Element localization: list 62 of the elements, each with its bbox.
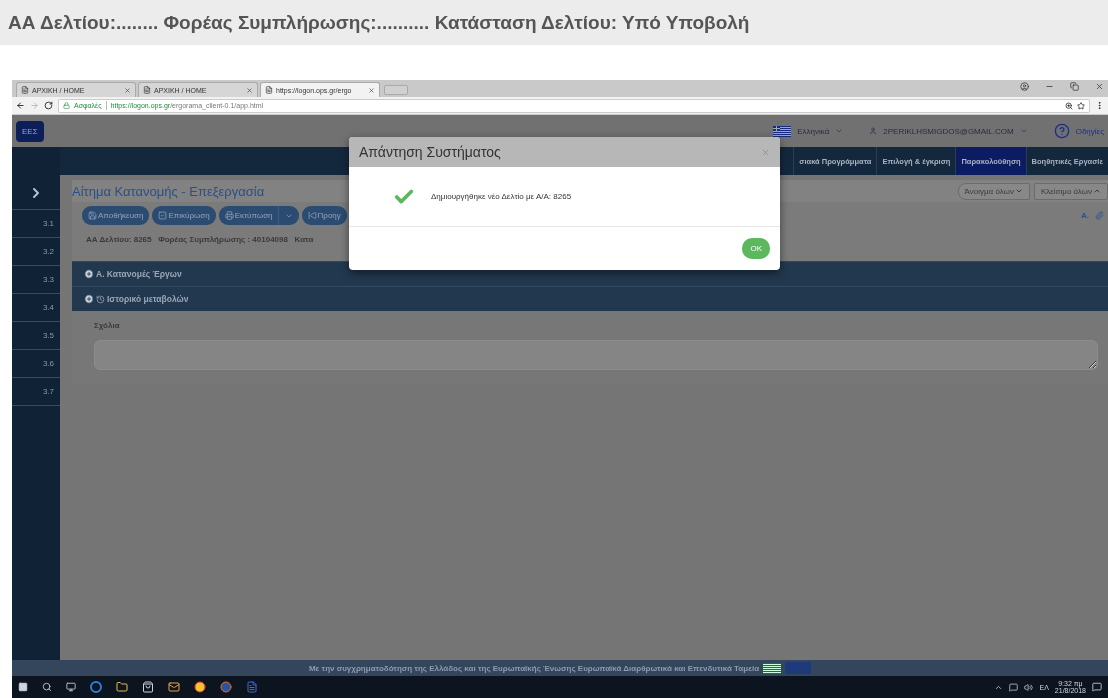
lock-icon bbox=[63, 102, 70, 109]
info-line: ΑΑ Δελτίου: 8265 Φορέας Συμπλήρωσης : 40104098 Κατα bbox=[85, 233, 314, 246]
document-icon[interactable] bbox=[246, 681, 258, 693]
sidebar-item[interactable]: 3.2 bbox=[12, 238, 60, 266]
comments-field[interactable] bbox=[94, 340, 1098, 370]
close-icon[interactable] bbox=[368, 86, 375, 94]
sidebar-item[interactable]: 3.5 bbox=[12, 322, 60, 350]
footer-text: Με την συγχρηματοδότηση της Ελλάδος και της Ευρωπαϊκής Ένωσης Ευρωπαϊκά Διαρθρωτικά και Επενδυτικά Ταμεία bbox=[308, 663, 760, 673]
folder-icon[interactable] bbox=[116, 681, 128, 693]
close-icon[interactable] bbox=[246, 86, 253, 94]
menu-icon[interactable] bbox=[1095, 101, 1104, 110]
sidebar-item[interactable]: 3.7 bbox=[12, 378, 60, 406]
sidebar-item[interactable]: 3.4 bbox=[12, 294, 60, 322]
toolbar-button[interactable]: Επικύρωση bbox=[152, 206, 216, 225]
language-selector[interactable]: Ελληνικά bbox=[797, 126, 830, 136]
zoom-icon[interactable] bbox=[1065, 101, 1073, 110]
skip-back-icon bbox=[307, 211, 317, 220]
back-icon[interactable] bbox=[16, 101, 25, 110]
user-menu[interactable]: 2PERIKLHSMIGDOS@GMAIL.COM bbox=[883, 126, 1014, 136]
toolbar-button[interactable]: Προηγ bbox=[301, 206, 347, 225]
chevron-up-icon bbox=[1093, 187, 1101, 195]
store-icon[interactable] bbox=[142, 681, 154, 693]
collapse-all-button[interactable]: Κλείσιμο όλων bbox=[1033, 182, 1108, 200]
flag-icon bbox=[773, 125, 792, 137]
close-icon[interactable] bbox=[1095, 82, 1104, 91]
plus-circle-icon bbox=[84, 294, 94, 304]
profile-icon[interactable] bbox=[1020, 82, 1029, 91]
sidebar-item[interactable]: 3.6 bbox=[12, 350, 60, 378]
dialog-message: Δημιουργήθηκε νέο Δελτίο με Α/Α: 8265 bbox=[431, 192, 572, 201]
expand-all-button[interactable]: Άνοιγμα όλων bbox=[957, 182, 1030, 200]
star-icon[interactable] bbox=[1077, 101, 1085, 110]
eu-flag-icon bbox=[785, 662, 812, 674]
sidebar-item[interactable]: 3.1 bbox=[12, 210, 60, 238]
user-icon bbox=[869, 127, 878, 135]
start-icon[interactable] bbox=[18, 682, 28, 692]
restore-icon[interactable] bbox=[1070, 82, 1079, 91]
toolbar-button[interactable]: Εκτύπωση bbox=[218, 206, 299, 225]
plus-circle-icon bbox=[84, 269, 94, 279]
comments-label: Σχόλια bbox=[94, 321, 121, 330]
speaker-icon[interactable] bbox=[1024, 682, 1034, 692]
dialog-title: Απάντηση Συστήματος bbox=[359, 144, 501, 160]
printer-icon bbox=[224, 211, 234, 220]
app-logo[interactable]: ΕΕΣ bbox=[16, 120, 44, 142]
history-icon bbox=[96, 294, 105, 304]
task-view-icon[interactable] bbox=[66, 682, 76, 692]
flag-icon bbox=[763, 662, 782, 674]
reload-icon[interactable] bbox=[44, 101, 53, 110]
page-title: Αίτημα Κατανομής - Επεξεργασία bbox=[72, 183, 265, 199]
page-icon bbox=[21, 86, 29, 94]
sidebar-item[interactable]: 3.3 bbox=[12, 266, 60, 294]
notification-icon[interactable] bbox=[1092, 682, 1102, 692]
mail-icon[interactable] bbox=[168, 681, 180, 693]
section-header[interactable]: Ιστορικό μεταβολών bbox=[72, 286, 1108, 311]
close-icon[interactable] bbox=[124, 86, 131, 94]
search-icon[interactable] bbox=[42, 682, 52, 692]
page-icon bbox=[143, 86, 151, 94]
checkbox-icon bbox=[158, 211, 168, 220]
page-icon bbox=[265, 86, 273, 94]
paperclip-icon[interactable] bbox=[1095, 211, 1104, 220]
document-heading: ΑΑ Δελτίου:........ Φορέας Συμπλήρωσης:.......... Κατάσταση Δελτίου: Υπό Υποβολή bbox=[0, 0, 1108, 45]
chevron-down-icon bbox=[1014, 187, 1023, 195]
toolbar-button[interactable]: Αποθήκευση bbox=[82, 206, 150, 225]
